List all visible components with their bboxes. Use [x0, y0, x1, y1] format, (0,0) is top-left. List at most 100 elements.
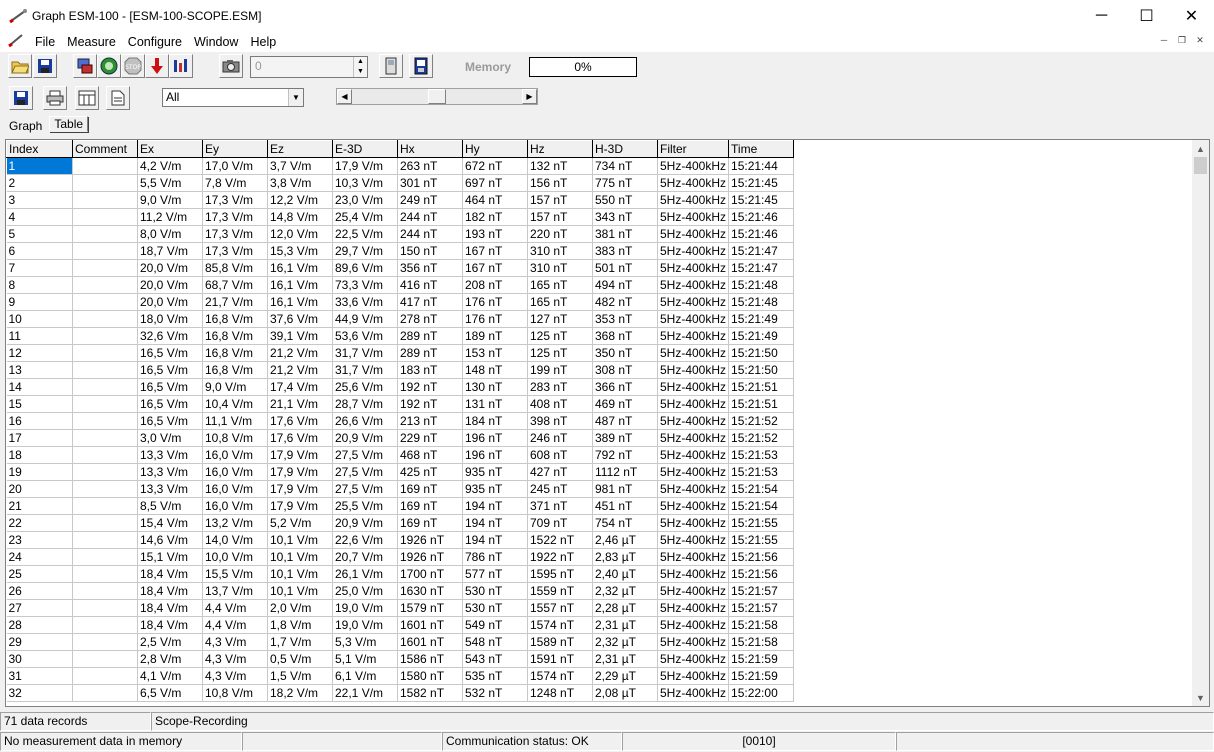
table-cell[interactable]: 18,7 V/m [137, 242, 203, 260]
table-cell[interactable]: 5Hz-400kHz [657, 259, 730, 277]
table-row[interactable]: 19 13,3 V/m 16,0 V/m 17,9 V/m 27,5 V/m 425 nT… [6, 463, 795, 481]
column-header[interactable]: H-3D [592, 140, 658, 158]
table-cell[interactable]: 15:21:52 [728, 429, 795, 447]
table-cell[interactable]: 14,8 V/m [267, 208, 333, 226]
table-cell[interactable]: 5Hz-400kHz [657, 463, 730, 481]
table-cell[interactable]: 1522 nT [527, 531, 593, 549]
table-cell[interactable]: 25,6 V/m [332, 378, 398, 396]
table-cell[interactable]: 14 [6, 378, 73, 396]
table-cell[interactable]: 148 nT [462, 361, 528, 379]
table-cell[interactable]: 15:21:53 [728, 446, 795, 464]
table-cell[interactable]: 310 nT [527, 242, 593, 260]
table-cell[interactable]: 530 nT [462, 599, 528, 617]
table-cell[interactable]: 20,0 V/m [137, 293, 203, 311]
table-cell[interactable]: 15:21:44 [728, 157, 795, 175]
table-cell[interactable]: 4,3 V/m [202, 667, 268, 685]
table-cell[interactable]: 22,5 V/m [332, 225, 398, 243]
table-cell[interactable]: 29 [6, 633, 73, 651]
scroll-down-icon[interactable]: ▼ [1192, 689, 1209, 706]
table-row[interactable]: 7 20,0 V/m 85,8 V/m 16,1 V/m 89,6 V/m 356 nT 1… [6, 259, 795, 277]
table-cell[interactable]: 15:21:46 [728, 225, 795, 243]
table-cell[interactable]: 15:21:47 [728, 242, 795, 260]
table-cell[interactable]: 27,5 V/m [332, 463, 398, 481]
table-cell[interactable]: 196 nT [462, 446, 528, 464]
table-cell[interactable]: 20 [6, 480, 73, 498]
table-cell[interactable]: 37,6 V/m [267, 310, 333, 328]
table-cell[interactable]: 1,7 V/m [267, 633, 333, 651]
table-cell[interactable]: 7,8 V/m [202, 174, 268, 192]
table-cell[interactable]: 5Hz-400kHz [657, 548, 730, 566]
table-cell[interactable]: 17 [6, 429, 73, 447]
table-cell[interactable]: 11 [6, 327, 73, 345]
table-cell[interactable]: 1700 nT [397, 565, 463, 583]
table-cell[interactable]: 15:21:58 [728, 633, 795, 651]
table-cell[interactable]: 1580 nT [397, 667, 463, 685]
table-cell[interactable]: 21 [6, 497, 73, 515]
table-cell[interactable]: 32,6 V/m [137, 327, 203, 345]
table-cell[interactable]: 213 nT [397, 412, 463, 430]
table-cell[interactable]: 15:21:45 [728, 191, 795, 209]
camera-icon[interactable] [219, 54, 243, 78]
table-cell[interactable]: 16,0 V/m [202, 446, 268, 464]
table-cell[interactable]: 192 nT [397, 378, 463, 396]
table-cell[interactable] [72, 191, 138, 209]
table-cell[interactable]: 289 nT [397, 344, 463, 362]
table-cell[interactable] [72, 395, 138, 413]
table-cell[interactable]: 2,0 V/m [267, 599, 333, 617]
data-grid[interactable]: Index Comment Ex Ey Ez E-3D Hx Hy Hz H-3D Filter Ti… [5, 139, 1210, 707]
table-cell[interactable]: 20,9 V/m [332, 429, 398, 447]
table-cell[interactable]: 4,1 V/m [137, 667, 203, 685]
table-cell[interactable]: 16,1 V/m [267, 276, 333, 294]
table-cell[interactable]: 15:21:51 [728, 395, 795, 413]
table-cell[interactable]: 157 nT [527, 208, 593, 226]
table-row[interactable]: 3 9,0 V/m 17,3 V/m 12,2 V/m 23,0 V/m 249 nT 46… [6, 191, 795, 209]
table-cell[interactable] [72, 157, 138, 175]
table-cell[interactable]: 3,8 V/m [267, 174, 333, 192]
table-cell[interactable]: 381 nT [592, 225, 658, 243]
table-cell[interactable]: 167 nT [462, 259, 528, 277]
menu-measure[interactable]: Measure [66, 35, 117, 49]
table-cell[interactable]: 16,5 V/m [137, 395, 203, 413]
table-cell[interactable]: 792 nT [592, 446, 658, 464]
table-cell[interactable]: 18,4 V/m [137, 616, 203, 634]
table-cell[interactable]: 16,0 V/m [202, 463, 268, 481]
vertical-scrollbar[interactable]: ▲ ▼ [1192, 140, 1209, 706]
table-cell[interactable]: 16,8 V/m [202, 344, 268, 362]
table-cell[interactable]: 468 nT [397, 446, 463, 464]
table-cell[interactable]: 5Hz-400kHz [657, 633, 730, 651]
table-cell[interactable]: 17,0 V/m [202, 157, 268, 175]
table-cell[interactable]: 15:21:55 [728, 531, 795, 549]
table-cell[interactable]: 8 [6, 276, 73, 294]
table-cell[interactable]: 530 nT [462, 582, 528, 600]
stop-icon[interactable]: STOP [121, 54, 145, 78]
table-cell[interactable]: 22,1 V/m [332, 684, 398, 702]
table-cell[interactable] [72, 429, 138, 447]
table-cell[interactable]: 8,0 V/m [137, 225, 203, 243]
save-table-icon[interactable] [9, 86, 33, 110]
bar-graph-icon[interactable] [169, 54, 193, 78]
table-cell[interactable]: 10,0 V/m [202, 548, 268, 566]
table-cell[interactable]: 33,6 V/m [332, 293, 398, 311]
table-cell[interactable]: 169 nT [397, 480, 463, 498]
table-cell[interactable]: 13,7 V/m [202, 582, 268, 600]
table-cell[interactable]: 494 nT [592, 276, 658, 294]
table-cell[interactable]: 73,3 V/m [332, 276, 398, 294]
table-cell[interactable]: 12,2 V/m [267, 191, 333, 209]
mdi-close-button[interactable]: ✕ [1192, 33, 1208, 47]
table-cell[interactable]: 32 [6, 684, 73, 702]
table-cell[interactable]: 5Hz-400kHz [657, 157, 730, 175]
table-cell[interactable]: 31 [6, 667, 73, 685]
table-cell[interactable]: 30 [6, 650, 73, 668]
table-cell[interactable]: 10,4 V/m [202, 395, 268, 413]
table-cell[interactable]: 5 [6, 225, 73, 243]
table-cell[interactable]: 16,0 V/m [202, 480, 268, 498]
table-cell[interactable]: 389 nT [592, 429, 658, 447]
table-cell[interactable]: 5Hz-400kHz [657, 242, 730, 260]
table-cell[interactable]: 5Hz-400kHz [657, 293, 730, 311]
transfer-data-icon[interactable] [73, 54, 97, 78]
filter-select[interactable]: All ▼ [162, 88, 304, 107]
table-cell[interactable] [72, 548, 138, 566]
table-row[interactable]: 32 6,5 V/m 10,8 V/m 18,2 V/m 22,1 V/m 1582 nT… [6, 684, 795, 702]
table-cell[interactable]: 18 [6, 446, 73, 464]
table-row[interactable]: 15 16,5 V/m 10,4 V/m 21,1 V/m 28,7 V/m 192 nT… [6, 395, 795, 413]
